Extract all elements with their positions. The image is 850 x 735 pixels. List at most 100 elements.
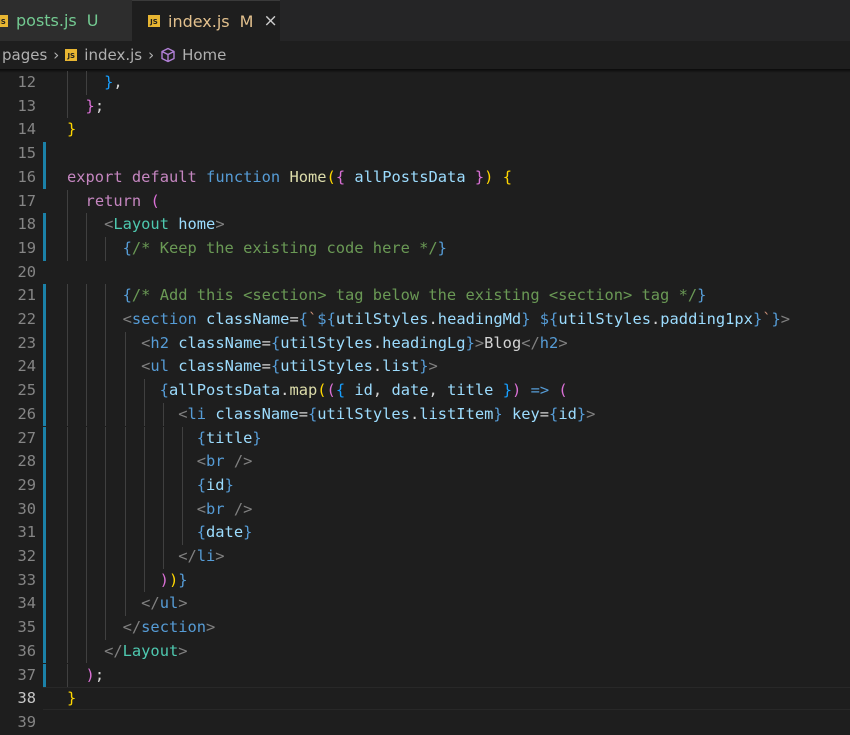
code-line[interactable]: 33 ))} bbox=[0, 568, 850, 593]
code-token: } bbox=[85, 96, 95, 115]
code-line[interactable]: 26 <li className={utilStyles.listItem} k… bbox=[0, 402, 850, 427]
code-token: } bbox=[474, 167, 485, 186]
code-line[interactable]: 36 </Layout> bbox=[0, 639, 850, 664]
code-token: } bbox=[752, 310, 763, 328]
code-text: </ul> bbox=[67, 592, 187, 616]
code-text: return ( bbox=[67, 190, 160, 214]
code-line[interactable]: 31 {date} bbox=[0, 521, 850, 545]
code-line[interactable]: 28 <br /> bbox=[0, 450, 850, 474]
code-token: > bbox=[558, 333, 568, 352]
git-modified-marker bbox=[43, 142, 46, 166]
code-token: ` bbox=[308, 310, 318, 328]
code-token: id bbox=[354, 381, 373, 400]
code-token: { bbox=[298, 310, 309, 328]
git-modified-marker bbox=[43, 331, 46, 356]
code-line[interactable]: 29 {id} bbox=[0, 473, 850, 498]
code-token: ; bbox=[94, 96, 105, 115]
code-line[interactable]: 37 ); bbox=[0, 663, 850, 688]
code-token: , bbox=[428, 381, 448, 400]
code-text: {id} bbox=[67, 474, 234, 498]
code-line[interactable]: 23 <h2 className={utilStyles.headingLg}>… bbox=[0, 331, 850, 356]
code-token: id bbox=[206, 475, 225, 494]
code-token: utilStyles bbox=[335, 310, 429, 328]
code-token: ( bbox=[326, 381, 336, 400]
git-status-badge: M bbox=[239, 11, 254, 31]
line-number: 25 bbox=[17, 381, 36, 400]
breadcrumb-file[interactable]: index.js bbox=[84, 46, 142, 64]
code-text: {/* Add this <section> tag below the exi… bbox=[67, 284, 707, 308]
line-number: 12 bbox=[17, 73, 36, 91]
line-number: 15 bbox=[17, 144, 36, 163]
breadcrumb: pages › JS index.js › Home bbox=[0, 41, 850, 69]
close-icon[interactable]: × bbox=[263, 11, 277, 31]
code-token: } bbox=[178, 570, 188, 589]
code-token: li bbox=[187, 404, 207, 423]
code-token: utilStyles bbox=[280, 357, 373, 376]
code-line[interactable]: 27 {title} bbox=[0, 426, 850, 451]
symbol-method-icon bbox=[161, 47, 175, 63]
git-status-badge: U bbox=[86, 11, 99, 30]
code-line[interactable]: 12 }, bbox=[0, 71, 850, 95]
code-text: <h2 className={utilStyles.headingLg}>Blo… bbox=[67, 332, 568, 356]
code-token: Layout bbox=[122, 641, 179, 660]
code-token: default bbox=[131, 167, 197, 186]
code-line[interactable]: 34 </ul> bbox=[0, 592, 850, 617]
code-token: , bbox=[113, 73, 123, 91]
code-text: <section className={`${utilStyles.headin… bbox=[67, 308, 790, 332]
code-line[interactable]: 16 export default function Home({ allPost… bbox=[0, 165, 850, 190]
code-token: ${ bbox=[317, 310, 336, 328]
code-token: } bbox=[465, 333, 475, 352]
code-text: <li className={utilStyles.listItem} key=… bbox=[67, 403, 595, 427]
git-modified-marker bbox=[43, 379, 46, 403]
code-token: br bbox=[206, 452, 225, 471]
code-line[interactable]: 38} bbox=[0, 687, 850, 711]
git-modified-marker bbox=[43, 426, 46, 451]
code-token: < bbox=[196, 452, 207, 471]
code-token: allPostsData bbox=[168, 381, 281, 400]
code-line[interactable]: 35 </section> bbox=[0, 616, 850, 640]
code-token: } bbox=[493, 404, 503, 423]
code-line[interactable]: 19 {/* Keep the existing code here */} bbox=[0, 236, 850, 261]
code-line[interactable]: 18 <Layout home> bbox=[0, 213, 850, 237]
code-token: } bbox=[104, 73, 114, 91]
code-token: key bbox=[511, 404, 540, 423]
code-line[interactable]: 15 bbox=[0, 142, 850, 166]
tab-posts-js[interactable]: JS posts.js U bbox=[0, 0, 132, 41]
code-line[interactable]: 22 <section className={`${utilStyles.hea… bbox=[0, 308, 850, 332]
code-line[interactable]: 17 return ( bbox=[0, 189, 850, 214]
code-token: { bbox=[122, 238, 132, 257]
code-text: {date} bbox=[67, 521, 253, 545]
code-line[interactable]: 13 }; bbox=[0, 94, 850, 119]
code-token: ) bbox=[168, 570, 179, 589]
code-line[interactable]: 32 </li> bbox=[0, 545, 850, 569]
code-token: { bbox=[159, 381, 169, 400]
code-line[interactable]: 30 <br /> bbox=[0, 497, 850, 522]
code-token: } bbox=[502, 381, 512, 400]
code-line[interactable]: 24 <ul className={utilStyles.list}> bbox=[0, 355, 850, 380]
breadcrumb-symbol[interactable]: Home bbox=[182, 46, 226, 64]
code-line[interactable]: 39 bbox=[0, 711, 850, 735]
code-line[interactable]: 20 bbox=[0, 261, 850, 285]
code-token: , bbox=[372, 381, 392, 400]
line-number: 32 bbox=[17, 547, 36, 565]
code-line[interactable]: 14} bbox=[0, 118, 850, 142]
code-token: return bbox=[85, 191, 142, 210]
code-token: title bbox=[447, 381, 494, 400]
code-line[interactable]: 21 {/* Add this <section> tag below the … bbox=[0, 284, 850, 308]
code-editor[interactable]: 12 }, 13 }; 14} 15 16 export default function… bbox=[0, 71, 850, 732]
code-token: } bbox=[771, 310, 781, 328]
tab-index-js[interactable]: JS index.js M × bbox=[132, 0, 280, 41]
code-token: utilStyles bbox=[280, 333, 373, 352]
code-line[interactable]: 25 {allPostsData.map(({ id, date, title … bbox=[0, 379, 850, 403]
git-modified-marker bbox=[43, 284, 46, 308]
breadcrumb-folder[interactable]: pages bbox=[2, 46, 47, 64]
